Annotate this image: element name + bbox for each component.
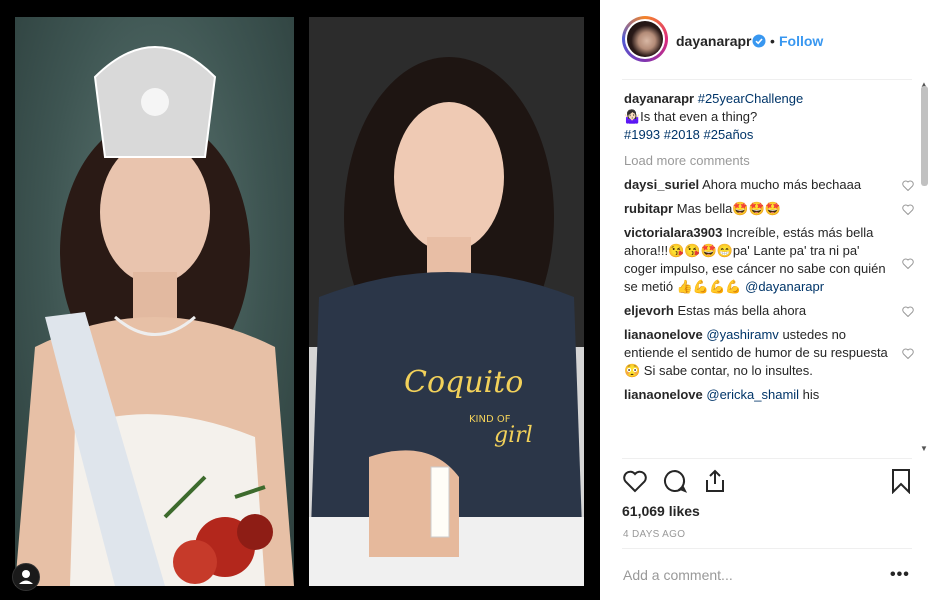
scroll-down-icon[interactable]: ▼ xyxy=(920,444,928,453)
action-bar xyxy=(622,468,912,498)
hashtag-link[interactable]: #25yearChallenge xyxy=(698,91,804,106)
heart-icon[interactable] xyxy=(622,468,648,494)
heart-icon[interactable] xyxy=(902,258,914,269)
comment-username[interactable]: eljevorh xyxy=(624,303,674,318)
comment-item: lianaonelove @yashiramv ustedes no entie… xyxy=(624,326,918,380)
svg-text:girl: girl xyxy=(494,423,533,448)
caption: dayanarapr #25yearChallenge 🤷🏻‍♀️Is that… xyxy=(624,90,918,144)
share-icon[interactable] xyxy=(702,468,728,494)
avatar[interactable] xyxy=(622,16,668,62)
heart-icon[interactable] xyxy=(902,306,914,317)
photo-1993 xyxy=(15,17,294,586)
svg-text:Coquito: Coquito xyxy=(404,365,523,400)
post-header: dayanarapr • Follow xyxy=(600,0,932,80)
comment-item: daysi_suriel Ahora mucho más bechaaa xyxy=(624,176,918,194)
comment-username[interactable]: lianaonelove xyxy=(624,387,703,402)
mention-link[interactable]: @yashiramv xyxy=(706,327,778,342)
comment-text: Mas bella🤩🤩🤩 xyxy=(676,201,781,216)
comment-text: Ahora mucho más bechaaa xyxy=(702,177,862,192)
hashtags-link[interactable]: #1993 #2018 #25años xyxy=(624,127,753,142)
comment-item: rubitapr Mas bella🤩🤩🤩 xyxy=(624,200,918,218)
comment-username[interactable]: rubitapr xyxy=(624,201,673,216)
comment-item: victorialara3903 Increíble, estás más be… xyxy=(624,224,918,296)
comments-list: dayanarapr #25yearChallenge 🤷🏻‍♀️Is that… xyxy=(624,90,918,456)
heart-icon[interactable] xyxy=(902,180,914,191)
comment-icon[interactable] xyxy=(662,468,688,494)
comment-username[interactable]: lianaonelove xyxy=(624,327,703,342)
post-image-area[interactable]: Coquito KIND OF girl xyxy=(0,0,600,600)
username-link[interactable]: dayanarapr xyxy=(676,33,751,49)
load-more-comments-button[interactable]: Load more comments xyxy=(624,152,918,170)
actions-divider xyxy=(622,458,912,459)
add-comment-input[interactable]: Add a comment... xyxy=(623,567,733,583)
comment-item: eljevorh Estas más bella ahora xyxy=(624,302,918,320)
photo-2018: Coquito KIND OF girl xyxy=(309,17,584,586)
comment-box-divider xyxy=(622,548,912,549)
comments-scrollbar[interactable]: ▲ ▼ xyxy=(918,80,930,456)
follow-button[interactable]: Follow xyxy=(779,33,823,49)
verified-icon xyxy=(752,34,766,48)
caption-text: 🤷🏻‍♀️Is that even a thing? xyxy=(624,109,758,124)
comment-text: his xyxy=(802,387,820,402)
comment-item: lianaonelove @ericka_shamil his xyxy=(624,386,918,404)
caption-username[interactable]: dayanarapr xyxy=(624,91,694,106)
mention-link[interactable]: @dayanarapr xyxy=(745,279,824,294)
heart-icon[interactable] xyxy=(902,204,914,215)
bookmark-icon[interactable] xyxy=(888,468,914,494)
comment-username[interactable]: daysi_suriel xyxy=(624,177,699,192)
post-date[interactable]: 4 DAYS AGO xyxy=(623,529,685,540)
heart-icon[interactable] xyxy=(902,348,914,359)
comment-text: Estas más bella ahora xyxy=(677,303,807,318)
scroll-thumb[interactable] xyxy=(921,86,928,186)
comment-username[interactable]: victorialara3903 xyxy=(624,225,722,240)
user-icon xyxy=(19,570,33,584)
likes-count[interactable]: 61,069 likes xyxy=(622,503,700,519)
tagged-user-button[interactable] xyxy=(12,563,40,591)
separator-dot: • xyxy=(770,33,775,49)
mention-link[interactable]: @ericka_shamil xyxy=(706,387,799,402)
header-divider xyxy=(622,79,912,80)
more-options-button[interactable]: ••• xyxy=(890,566,910,584)
